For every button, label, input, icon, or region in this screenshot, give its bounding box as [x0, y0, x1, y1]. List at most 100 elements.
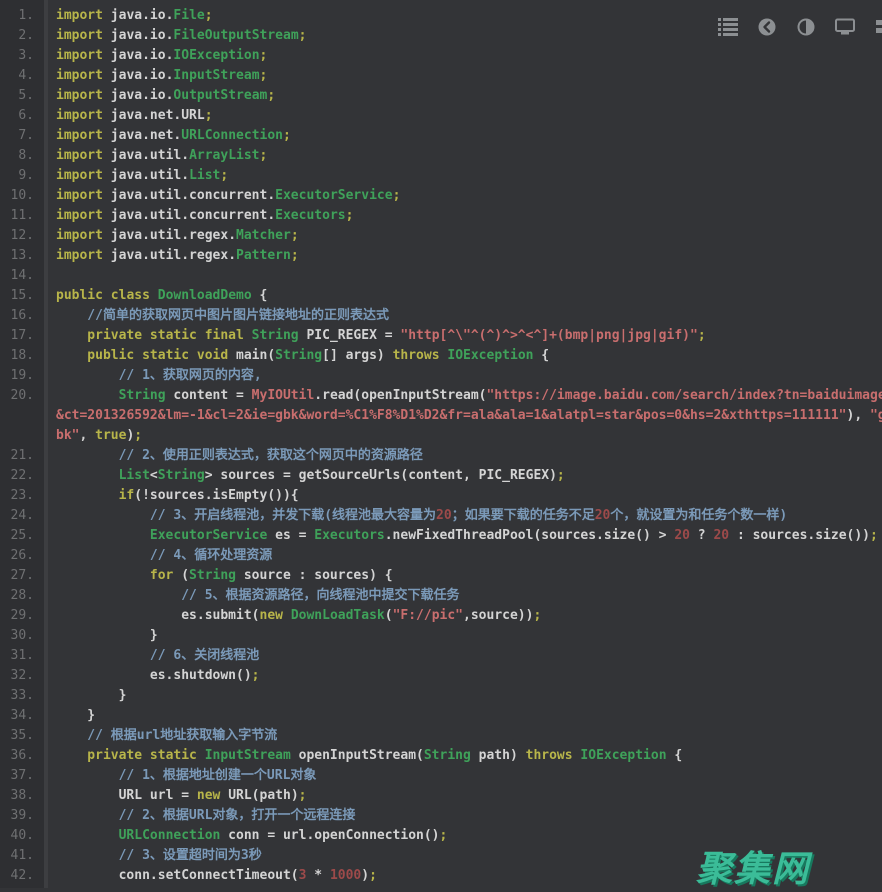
token-p	[197, 748, 205, 763]
token-k: import	[56, 168, 103, 183]
code-line: 8. import java.util.ArrayList;	[0, 146, 882, 166]
contrast-icon[interactable]	[796, 18, 816, 36]
code-line: 39.// 2、根据URL对象，打开一个远程连接	[0, 806, 882, 826]
token-c: // 5、根据资源路径，向线程池中提交下载任务	[181, 588, 459, 603]
code-text: ExecutorService es = Executors.newFixedT…	[56, 526, 878, 546]
code-text: conn.setConnectTimeout(3 * 1000);	[56, 866, 377, 886]
line-number: 8.	[0, 146, 44, 166]
token-t: File	[173, 8, 204, 23]
token-t: IOException	[580, 748, 666, 763]
token-p: openInputStream(	[291, 748, 424, 763]
token-t: String	[119, 388, 166, 403]
token-t: ExecutorService	[150, 528, 267, 543]
code-text: es.submit(new DownLoadTask("F://pic",sou…	[56, 606, 541, 626]
token-k: import	[56, 108, 103, 123]
token-c: ；如果要下载的任务不足	[452, 508, 595, 523]
token-p: }	[150, 628, 158, 643]
token-p: : sources.size())	[729, 528, 870, 543]
token-k: public static void	[87, 348, 228, 363]
line-number: 23.	[0, 486, 44, 506]
token-s: &ct=201326592&lm=-1&cl=2&ie=gbk&word=%C1…	[56, 408, 847, 423]
code-text: // 1、获取网页的内容,	[56, 366, 262, 386]
token-k: import	[56, 188, 103, 203]
token-p: path)	[471, 748, 526, 763]
monitor-icon[interactable]	[835, 18, 855, 36]
code-text: //简单的获取网页中图片图片链接地址的正则表达式	[56, 306, 389, 326]
code-editor[interactable]: 1.import java.io.File;2.import java.io.F…	[0, 0, 882, 888]
token-k: import	[56, 208, 103, 223]
bullet-list-icon[interactable]	[718, 18, 738, 36]
code-text: // 6、关闭线程池	[56, 646, 259, 666]
token-c: // 1、获取网页的内容,	[119, 368, 262, 383]
code-line: 35.// 根据url地址获取输入字节流	[0, 726, 882, 746]
line-number: 6.	[0, 106, 44, 126]
token-t: URLConnection	[181, 128, 283, 143]
code-line: 15.public class DownloadDemo {	[0, 286, 882, 306]
token-k: import	[56, 68, 103, 83]
token-p	[283, 608, 291, 623]
code-text: private static InputStream openInputStre…	[56, 746, 682, 766]
line-number: 16.	[0, 306, 44, 326]
token-s: "F://pic"	[393, 608, 463, 623]
token-p: *	[306, 868, 329, 883]
token-n: 20	[713, 528, 729, 543]
token-p: .read(openInputStream(	[314, 388, 486, 403]
line-number: 24.	[0, 506, 44, 526]
token-p	[244, 328, 252, 343]
token-k: import	[56, 48, 103, 63]
line-number: 7.	[0, 126, 44, 146]
token-t: IOException	[447, 348, 533, 363]
token-t: List	[189, 168, 220, 183]
back-circle-icon[interactable]	[757, 18, 777, 36]
token-p: java.io.	[103, 8, 173, 23]
token-s: MyIOUtil	[252, 388, 315, 403]
token-p: es.submit(	[181, 608, 259, 623]
token-t: String	[252, 328, 299, 343]
token-c: // 3、开启线程池，并发下载(线程池最大容量为	[150, 508, 436, 523]
token-k: throws	[393, 348, 440, 363]
code-line: 6. import java.net.URL;	[0, 106, 882, 126]
line-number: 31.	[0, 646, 44, 666]
code-text: List<String> sources = getSourceUrls(con…	[56, 466, 565, 486]
token-t: InputStream	[173, 68, 259, 83]
code-text: import java.util.ArrayList;	[56, 146, 267, 166]
token-n: 20	[674, 528, 690, 543]
code-text: // 2、使用正则表达式，获取这个网页中的资源路径	[56, 446, 423, 466]
token-k: ;	[299, 28, 307, 43]
token-k: if	[119, 488, 135, 503]
code-text: URLConnection conn = url.openConnection(…	[56, 826, 447, 846]
token-p: ,	[79, 428, 95, 443]
token-k: ;	[299, 788, 307, 803]
token-p: java.util.regex.	[103, 248, 236, 263]
token-c: // 根据url地址获取输入字节流	[87, 728, 277, 743]
code-text: import java.io.IOException;	[56, 46, 267, 66]
code-line: 12.import java.util.regex.Matcher;	[0, 226, 882, 246]
token-c: // 6、关闭线程池	[150, 648, 259, 663]
site-watermark: 聚集网	[696, 840, 810, 892]
more-icon-partial[interactable]	[874, 18, 882, 36]
token-k: ;	[533, 608, 541, 623]
code-text: es.shutdown();	[56, 666, 259, 686]
token-p: conn = url.openConnection()	[220, 828, 439, 843]
token-k: ;	[557, 468, 565, 483]
code-line: 5.import java.io.OutputStream;	[0, 86, 882, 106]
code-text: import java.net.URL;	[56, 106, 213, 126]
code-text: // 2、根据URL对象，打开一个远程连接	[56, 806, 355, 826]
token-p: java.util.concurrent.	[103, 208, 275, 223]
line-number: 38.	[0, 786, 44, 806]
code-line: &ct=201326592&lm=-1&cl=2&ie=gbk&word=%C1…	[0, 406, 882, 426]
code-text: if(!sources.isEmpty()){	[56, 486, 299, 506]
token-p: java.util.regex.	[103, 228, 236, 243]
code-line: 22. List<String> sources = getSourceUrls(…	[0, 466, 882, 486]
code-text: import java.util.regex.Pattern;	[56, 246, 299, 266]
line-number: 33.	[0, 686, 44, 706]
token-s: bk"	[56, 428, 79, 443]
token-k: ;	[220, 168, 228, 183]
token-k: ;	[369, 868, 377, 883]
token-k: new	[197, 788, 220, 803]
code-text: &ct=201326592&lm=-1&cl=2&ie=gbk&word=%C1…	[56, 406, 882, 426]
code-line: 13.import java.util.regex.Pattern;	[0, 246, 882, 266]
line-number: 22.	[0, 466, 44, 486]
code-text: import java.util.concurrent.ExecutorServ…	[56, 186, 400, 206]
token-p: java.io.	[103, 48, 173, 63]
